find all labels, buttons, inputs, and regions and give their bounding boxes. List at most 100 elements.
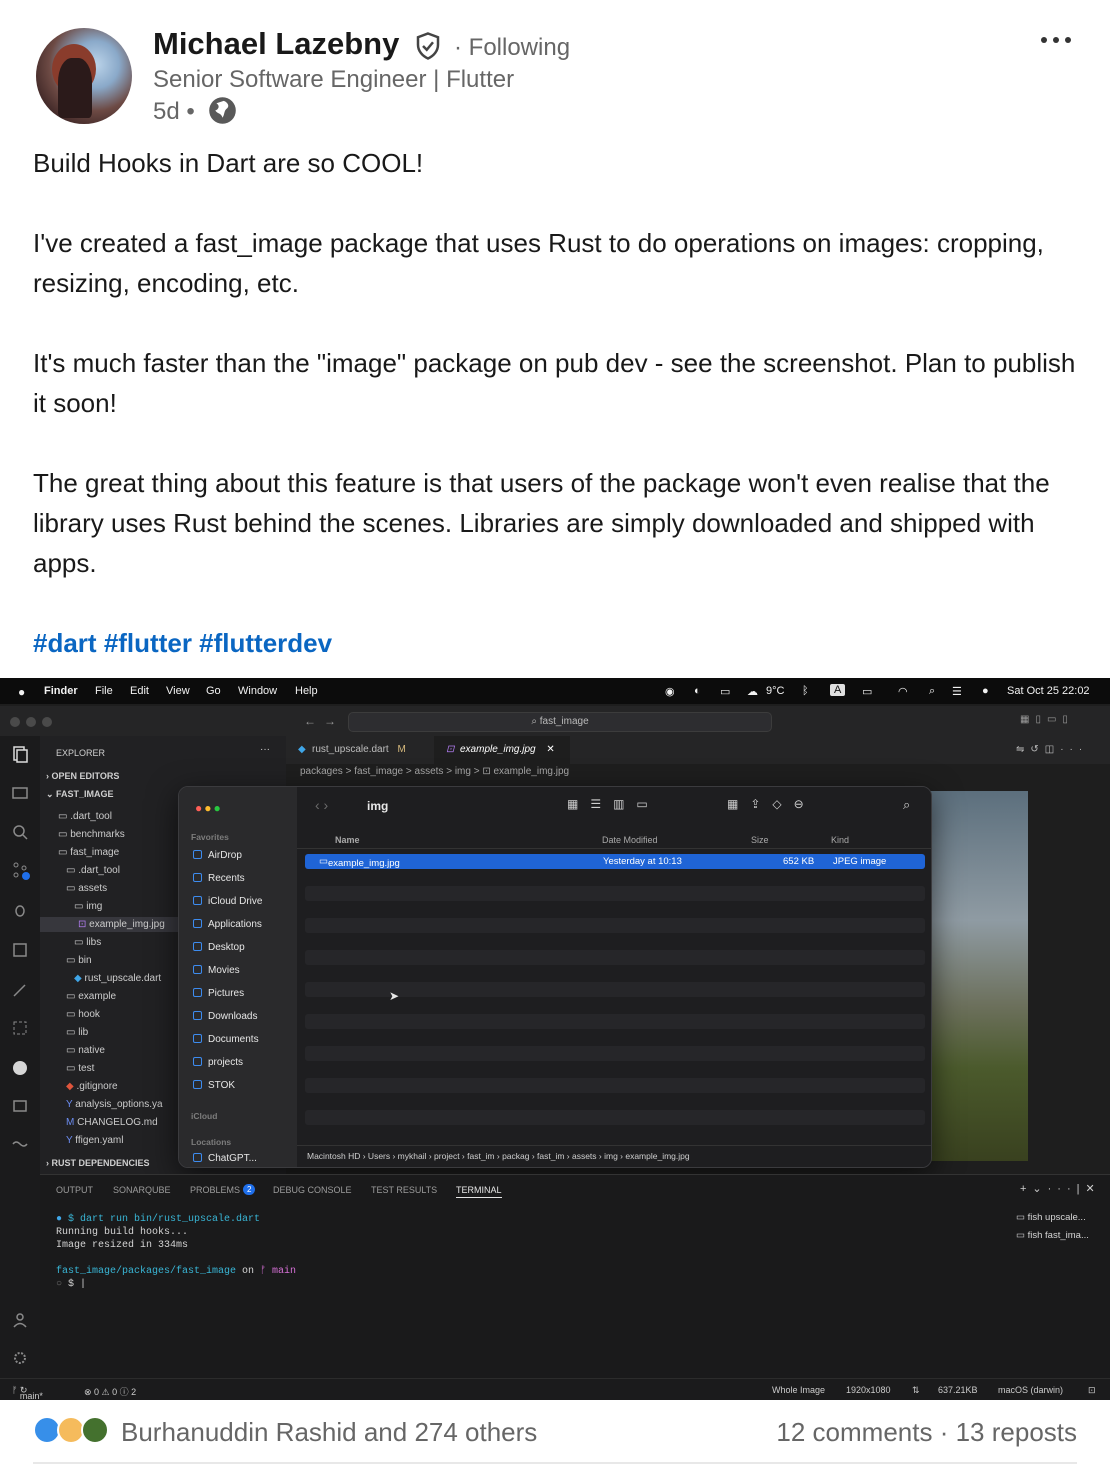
panel-tab-terminal: TERMINAL	[456, 1185, 502, 1198]
finder-sidebar: ●●● Favorites AirDrop Recents iCloud Dri…	[179, 787, 297, 1167]
panel-tab-output: OUTPUT	[56, 1185, 93, 1195]
tree-item: ▭ native	[66, 1045, 105, 1056]
finder-empty-row	[305, 918, 925, 933]
panel-actions-icons: +⌄···|✕	[1020, 1183, 1101, 1195]
menu-app: Finder	[44, 685, 78, 697]
record-icon: ◉	[665, 686, 675, 698]
menu-go: Go	[206, 685, 221, 697]
menu-window: Window	[238, 685, 278, 697]
finder-empty-row	[305, 886, 925, 901]
post-body: Build Hooks in Dart are so COOL! I've cr…	[33, 143, 1083, 663]
reposts-link[interactable]: 13 reposts	[956, 1417, 1077, 1447]
editor-tab-bar: ◆ rust_upscale.dart M ⊡ example_img.jpg …	[286, 736, 1110, 764]
status-icon: ◐	[694, 685, 701, 697]
tree-item: Y analysis_options.ya	[66, 1099, 163, 1110]
col-kind: Kind	[831, 835, 850, 845]
siri-icon: ●	[982, 685, 989, 697]
post-image[interactable]: ● Finder File Edit View Go Window Help ◉…	[0, 678, 1110, 1400]
activity-bar	[0, 736, 40, 1378]
post-paragraph: Build Hooks in Dart are so COOL!	[33, 148, 424, 178]
hashtag-flutter[interactable]: #flutter	[104, 628, 192, 658]
window-zoom-button	[42, 717, 52, 727]
explorer-title: EXPLORER	[56, 748, 106, 758]
image-filesize-status: 637.21KB	[938, 1385, 978, 1395]
file-size: 652 KB	[783, 856, 815, 867]
tree-item: ◆ .gitignore	[66, 1081, 118, 1092]
hashtag-flutterdev[interactable]: #flutterdev	[199, 628, 332, 658]
reaction-icons[interactable]	[33, 1414, 113, 1448]
file-name: ▭ example_img.jpg	[319, 856, 400, 869]
support-reaction-icon	[81, 1416, 109, 1444]
terminal-session: ▭ fish upscale...	[1016, 1212, 1086, 1223]
post-paragraph: The great thing about this feature is th…	[33, 468, 1050, 578]
finder-sidebar-item: Recents	[193, 873, 245, 884]
tree-item: ◆ rust_upscale.dart	[74, 973, 162, 984]
account-icon	[13, 1313, 27, 1328]
terminal-session-list: ▭ fish upscale... ▭ fish fast_ima...	[1016, 1209, 1089, 1245]
follow-status: · Following	[454, 34, 571, 61]
finder-sidebar-item: Documents	[193, 1034, 259, 1045]
finder-column-header: Name Date Modified Size Kind	[297, 831, 931, 849]
finder-empty-row	[305, 950, 925, 965]
command-center-label: fast_image	[539, 716, 589, 727]
hashtag-dart[interactable]: #dart	[33, 628, 97, 658]
image-preview	[930, 791, 1028, 1161]
finder-action-icons: ▦⇪◇⊖	[727, 797, 816, 811]
finder-sidebar-item: Desktop	[193, 942, 245, 953]
status-bar: ᚠ main* ↻ ⊗ 0 ⚠ 0 ⓘ 2 Whole Image 1920x1…	[0, 1378, 1110, 1400]
post-paragraph: I've created a fast_image package that u…	[33, 228, 1044, 298]
image-dimensions-status: 1920x1080	[846, 1385, 891, 1395]
weather-temp: 9°C	[766, 685, 785, 697]
col-size: Size	[751, 835, 769, 845]
finder-sidebar-item: projects	[193, 1057, 243, 1068]
more-options-icon[interactable]	[1036, 28, 1076, 52]
window-minimize-button	[26, 717, 36, 727]
finder-traffic-lights: ●●●	[195, 801, 223, 815]
project-root-header: ⌄ FAST_IMAGE	[46, 789, 114, 799]
author-avatar[interactable]	[36, 28, 132, 124]
finder-search-icon: ⌕	[903, 797, 911, 812]
close-icon: ✕	[546, 744, 555, 755]
settings-gear-icon	[14, 1352, 26, 1364]
verified-icon	[416, 32, 440, 60]
terminal-branch: ᚠ main	[260, 1266, 297, 1277]
open-editors-header: › OPEN EDITORS	[46, 771, 120, 781]
tree-item: ▭ hook	[66, 1009, 100, 1020]
sonar-icon	[13, 1061, 27, 1075]
nav-back-icon: ←	[304, 714, 316, 728]
git-branch-status: ᚠ main* ↻	[12, 1385, 43, 1400]
breadcrumb: packages > fast_image > assets > img > ⊡…	[300, 766, 570, 777]
finder-sidebar-item: Movies	[193, 965, 240, 976]
control-center-icon: ☰	[952, 686, 962, 698]
remote-icon	[12, 787, 28, 799]
finder-sidebar-item: Downloads	[193, 1011, 257, 1022]
layout-icons: ▦▯▭▯	[1020, 714, 1074, 725]
image-mode-status: Whole Image	[772, 1385, 826, 1395]
window-close-button	[10, 717, 20, 727]
tree-item: ▭ bin	[66, 955, 92, 966]
author-name[interactable]: Michael Lazebny	[153, 26, 399, 62]
notifications-icon: ⊡	[1088, 1385, 1096, 1395]
command-center: ⌕ fast_image	[348, 712, 772, 732]
terminal-output: ● $ dart run bin/rust_upscale.dart Runni…	[56, 1214, 297, 1290]
bluetooth-icon: ᛒ	[802, 685, 809, 697]
terminal-prompt: $ |	[68, 1279, 87, 1290]
finder-sidebar-item: AirDrop	[193, 850, 242, 861]
terminal-line: Image resized in 334ms	[56, 1240, 189, 1251]
scan-icon	[13, 1021, 27, 1035]
comments-link[interactable]: 12 comments	[776, 1417, 932, 1447]
tree-item: ▭ .dart_tool	[66, 865, 120, 876]
finder-empty-row	[305, 1014, 925, 1029]
finder-sidebar-item: Applications	[193, 919, 262, 930]
reactors-link[interactable]: Burhanuddin Rashid and 274 others	[121, 1417, 537, 1448]
vscode-titlebar: ← → ⌕ fast_image ▦▯▭▯	[0, 706, 1110, 736]
finder-empty-row	[305, 1110, 925, 1125]
rust-dependencies-header: › RUST DEPENDENCIES	[46, 1158, 150, 1168]
finder-view-icons: ▦☰▥▭	[567, 797, 660, 811]
tab-example-img: ⊡ example_img.jpg ✕	[434, 736, 570, 764]
apple-icon: ●	[18, 685, 26, 699]
problems-count-badge: 2	[243, 1184, 256, 1195]
edit-icon	[13, 984, 26, 997]
mouse-cursor-icon: ➤	[389, 989, 400, 1003]
globe-icon	[209, 97, 236, 124]
